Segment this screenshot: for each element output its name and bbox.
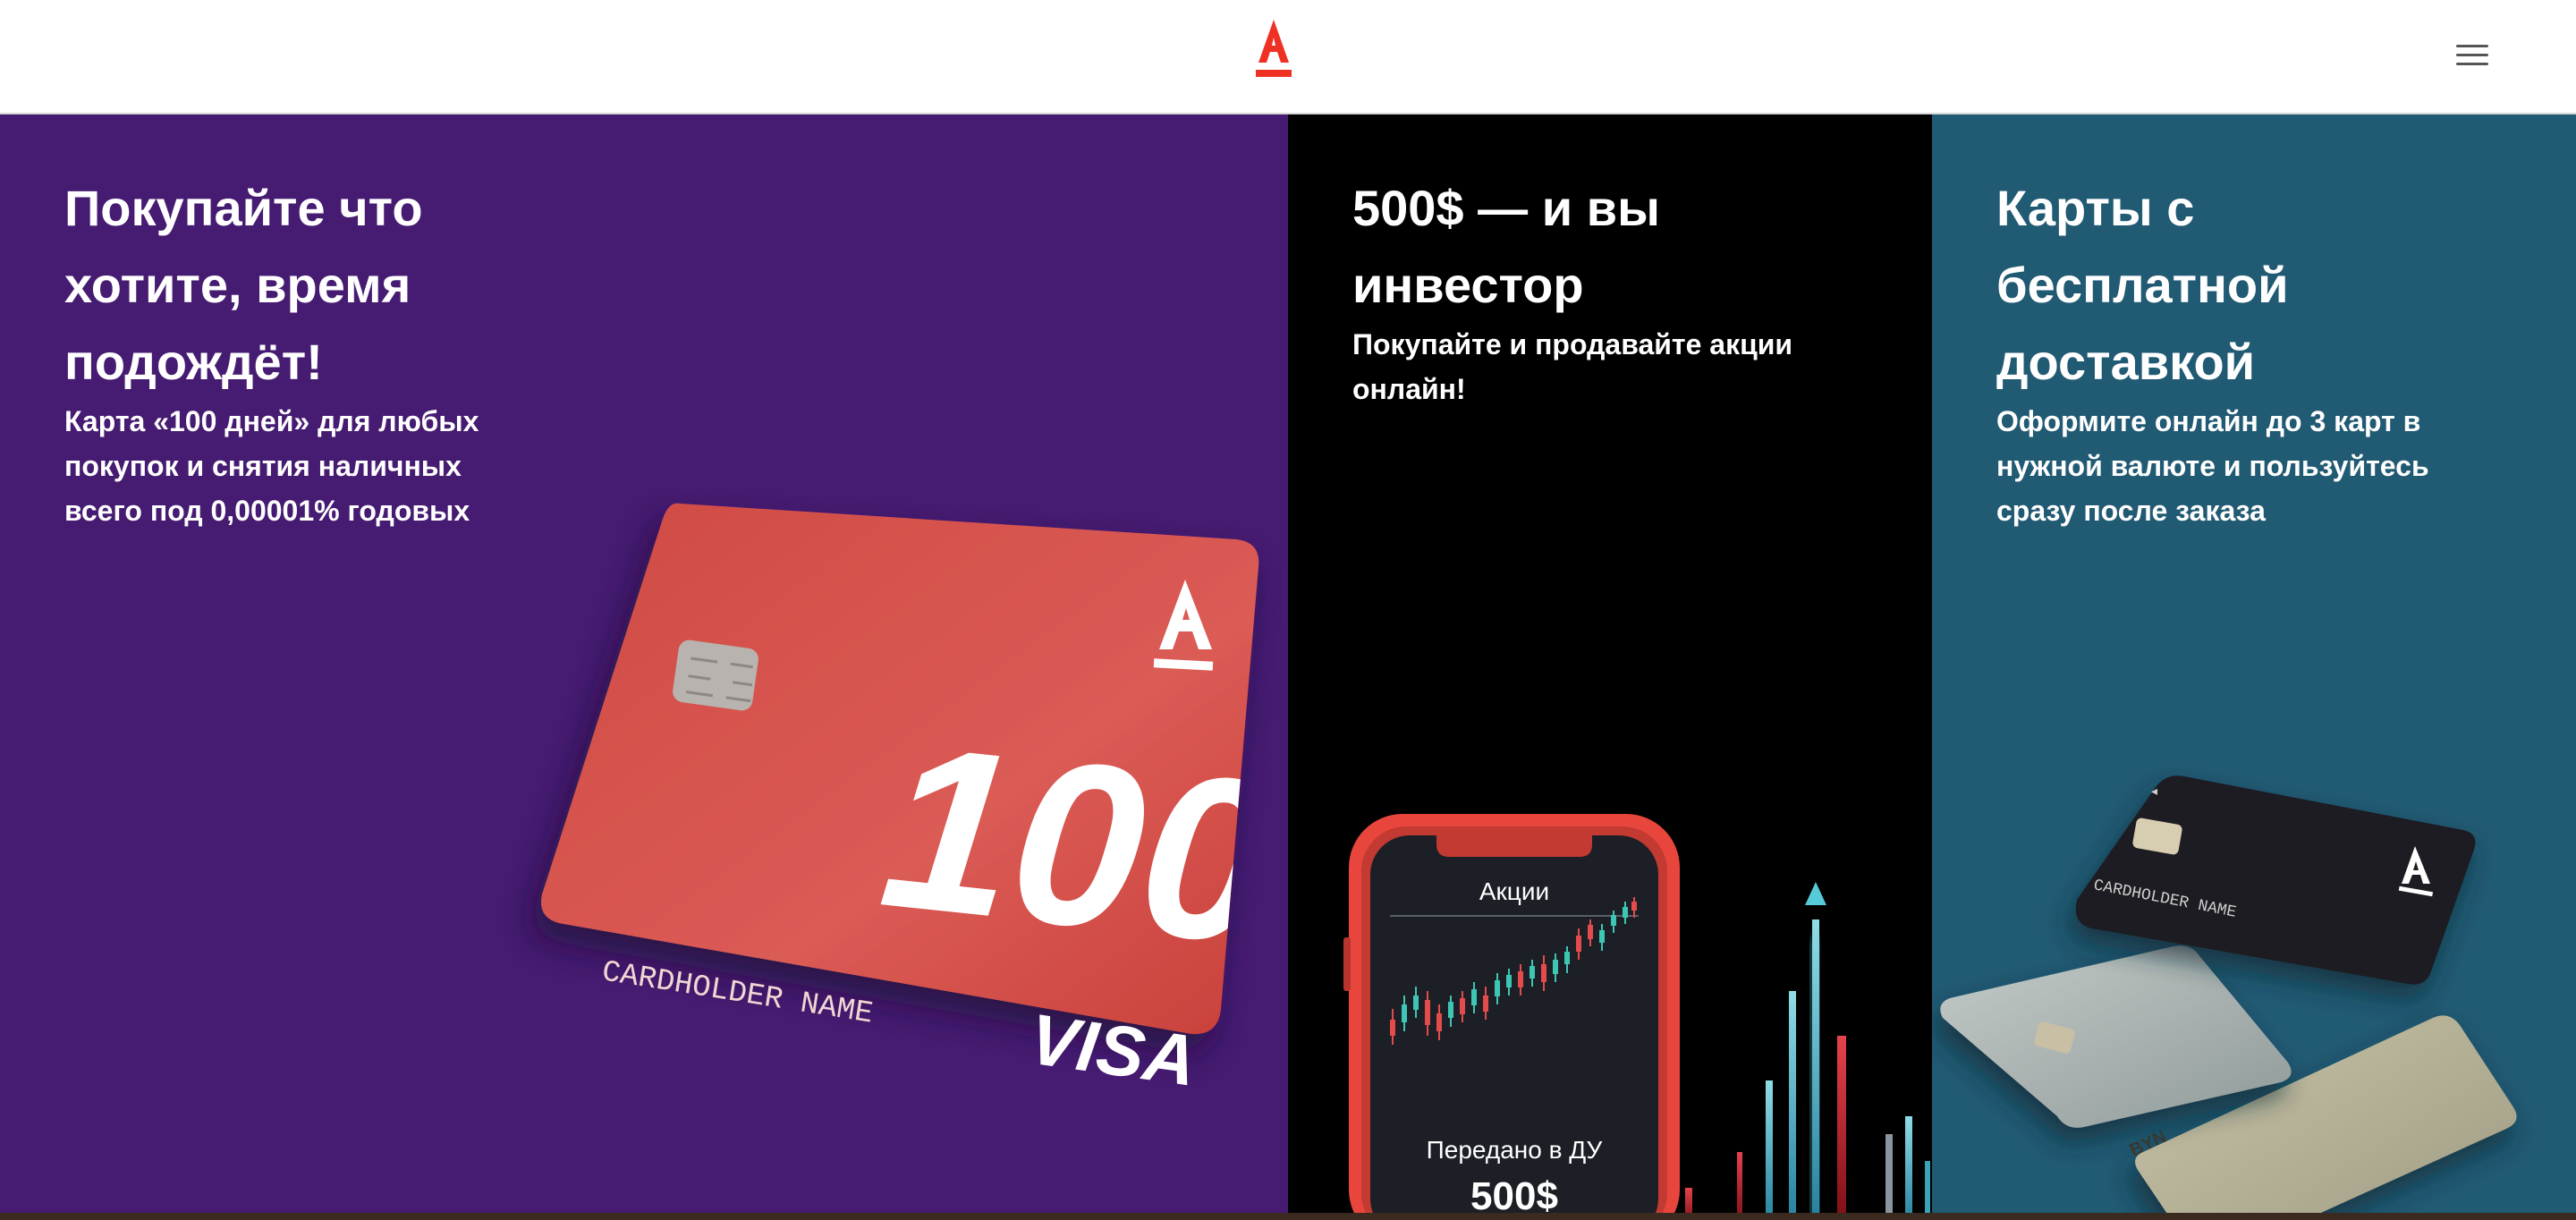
hamburger-menu-icon[interactable] bbox=[2456, 45, 2488, 70]
promo-title: Карты с бесплатной доставкой bbox=[1996, 180, 2289, 390]
promo-title: Покупайте что хотите, время подождёт! bbox=[64, 180, 423, 390]
phone-caption: Передано в ДУ bbox=[1427, 1136, 1603, 1164]
promo-panels: 100 CARDHOLDER NAME VISA Покупайте что х… bbox=[0, 114, 2576, 1213]
svg-text:◂: ◂ bbox=[2151, 784, 2157, 798]
promo-subtitle: Карта «100 дней» для любых покупок и сня… bbox=[64, 405, 479, 527]
bottom-strip bbox=[0, 1213, 2576, 1220]
alfa-bank-logo-icon[interactable] bbox=[1251, 18, 1296, 80]
svg-text:100: 100 bbox=[872, 696, 1285, 995]
promo-panel-100-days[interactable]: 100 CARDHOLDER NAME VISA Покупайте что х… bbox=[0, 114, 1288, 1213]
promo-title: 500$ — и вы инвестор bbox=[1352, 180, 1660, 313]
promo-panel-free-delivery[interactable]: BYN CARDHOLDER NAME ◂ Карты с бесплатной… bbox=[1932, 114, 2576, 1213]
promo-panel-investments[interactable]: Акции Передано в ДУ 500$ 500$ — и вы инв… bbox=[1288, 114, 1932, 1213]
phone-screen-title: Акции bbox=[1479, 877, 1549, 905]
phone-amount: 500$ bbox=[1470, 1174, 1558, 1213]
promo-subtitle: Покупайте и продавайте акции онлайн! bbox=[1352, 328, 1793, 405]
site-header bbox=[0, 0, 2576, 114]
promo-subtitle: Оформите онлайн до 3 карт в нужной валют… bbox=[1996, 405, 2429, 527]
